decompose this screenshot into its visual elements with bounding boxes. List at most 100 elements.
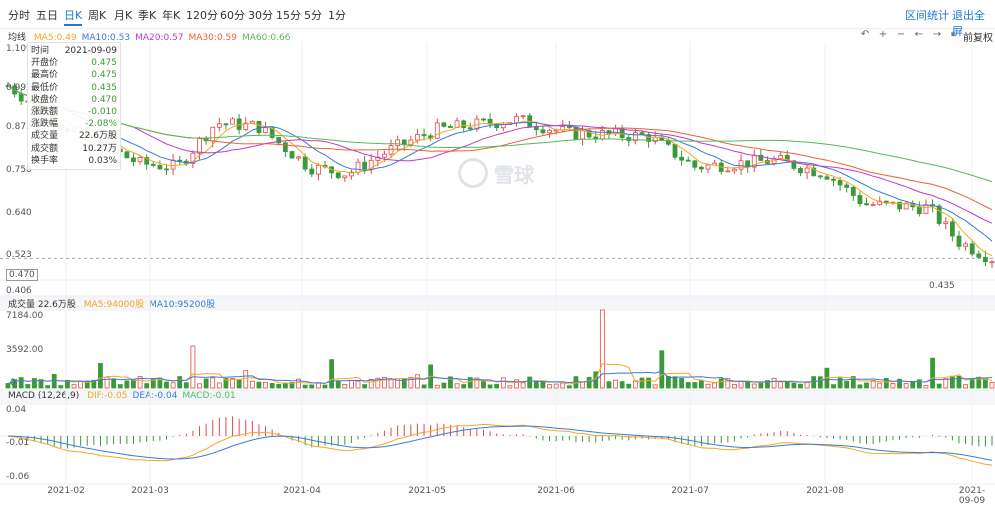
volume-bar bbox=[943, 378, 949, 389]
volume-bar bbox=[514, 379, 519, 389]
candle-body bbox=[824, 176, 830, 180]
candle-body bbox=[342, 175, 348, 179]
volume-bar bbox=[434, 384, 440, 389]
volume-bar bbox=[494, 383, 500, 389]
volume-bar bbox=[124, 380, 130, 389]
candle-body bbox=[137, 157, 143, 163]
volume-bar bbox=[685, 382, 691, 389]
candle-body bbox=[520, 115, 526, 118]
candle-body bbox=[395, 139, 401, 146]
volume-bar bbox=[890, 383, 896, 389]
volume-bar bbox=[692, 382, 698, 389]
candle-body bbox=[850, 187, 856, 196]
candle-body bbox=[441, 122, 447, 127]
tooltip-row: 开盘价 0.475 bbox=[31, 57, 117, 69]
candle-body bbox=[164, 168, 169, 171]
volume-bar bbox=[164, 381, 169, 389]
tooltip-value: 0.435 bbox=[91, 82, 117, 93]
macd-line bbox=[7, 423, 993, 466]
kline-chart[interactable] bbox=[0, 0, 995, 501]
volume-bar bbox=[798, 383, 803, 389]
tooltip-key: 开盘价 bbox=[31, 58, 59, 69]
volume-bar bbox=[560, 382, 566, 389]
candle-body bbox=[844, 184, 850, 188]
date-tick: 2021-09-09 bbox=[958, 486, 986, 506]
candle-body bbox=[870, 204, 876, 207]
volume-bar bbox=[415, 374, 420, 389]
candle-body bbox=[197, 138, 202, 154]
tooltip-row: 涨跌额 -0.010 bbox=[31, 106, 117, 118]
candle-body bbox=[817, 175, 823, 178]
volume-bar bbox=[910, 381, 916, 389]
volume-bar bbox=[216, 382, 222, 389]
volume-bar bbox=[487, 384, 493, 389]
candle-body bbox=[401, 139, 407, 145]
volume-bar bbox=[71, 384, 77, 389]
candle-body bbox=[355, 161, 361, 173]
tooltip-value: 0.03% bbox=[88, 155, 117, 166]
candle-body bbox=[798, 168, 803, 174]
candle-body bbox=[282, 142, 288, 153]
volume-bar bbox=[454, 383, 460, 389]
candle-body bbox=[249, 120, 255, 124]
tooltip-row: 成交量 22.6万股 bbox=[31, 130, 117, 142]
candle-body bbox=[976, 253, 982, 258]
candle-body bbox=[963, 243, 968, 247]
volume-bar bbox=[362, 384, 368, 389]
candle-body bbox=[831, 178, 836, 181]
candle-body bbox=[415, 134, 420, 141]
volume-max-tick: 7184.00 bbox=[6, 311, 44, 321]
candle-body bbox=[804, 167, 810, 174]
volume-bar bbox=[51, 374, 57, 389]
candle-body bbox=[916, 206, 922, 215]
volume-bar bbox=[190, 345, 196, 389]
volume-bar bbox=[78, 380, 84, 389]
volume-bar bbox=[441, 382, 447, 389]
volume-bar bbox=[117, 384, 123, 389]
volume-bar bbox=[256, 381, 262, 389]
candle-body bbox=[421, 134, 427, 137]
tooltip-value: -0.010 bbox=[87, 107, 117, 118]
volume-bar bbox=[963, 384, 968, 389]
candle-body bbox=[170, 159, 176, 170]
volume-bar bbox=[243, 370, 249, 389]
volume-bar bbox=[639, 377, 645, 389]
volume-bar bbox=[613, 379, 618, 389]
tooltip-key: 时间 bbox=[31, 46, 50, 56]
volume-bar bbox=[652, 384, 658, 389]
tooltip-value: 0.475 bbox=[91, 58, 117, 69]
volume-bar bbox=[197, 383, 202, 389]
candle-body bbox=[461, 120, 467, 129]
volume-bar bbox=[699, 379, 704, 389]
volume-bar bbox=[388, 378, 394, 389]
volume-bar bbox=[18, 377, 24, 389]
volume-bar bbox=[111, 378, 117, 389]
volume-bar bbox=[342, 383, 348, 389]
macd-mid-tick: -0.01 bbox=[6, 438, 30, 448]
candle-body bbox=[864, 203, 869, 206]
volume-bar bbox=[421, 384, 427, 389]
volume-bar bbox=[355, 380, 361, 389]
candle-body bbox=[216, 123, 222, 128]
tooltip-row: 最低价 0.435 bbox=[31, 82, 117, 94]
volume-bar bbox=[718, 378, 724, 389]
volume-mid-tick: 3592.00 bbox=[6, 345, 44, 355]
volume-bar bbox=[705, 383, 711, 389]
candle-body bbox=[467, 127, 473, 130]
volume-bar bbox=[646, 377, 651, 389]
tooltip-key: 成交额 bbox=[31, 143, 59, 154]
date-tick: 2021-06 bbox=[537, 486, 575, 496]
macd-top-tick: 0.04 bbox=[6, 405, 27, 415]
candle-body bbox=[837, 180, 843, 186]
candle-body bbox=[936, 205, 942, 224]
candle-body bbox=[547, 129, 552, 134]
tooltip-key: 成交量 bbox=[31, 131, 59, 142]
tooltip-row: 换手率 0.03% bbox=[31, 155, 117, 167]
macd-line bbox=[7, 425, 993, 461]
tooltip-key: 最低价 bbox=[31, 82, 59, 93]
volume-bar bbox=[844, 380, 850, 389]
ma-line-ma30 bbox=[7, 85, 993, 211]
candle-body bbox=[382, 153, 387, 158]
volume-bar bbox=[58, 385, 64, 389]
volume-bar bbox=[626, 383, 632, 389]
